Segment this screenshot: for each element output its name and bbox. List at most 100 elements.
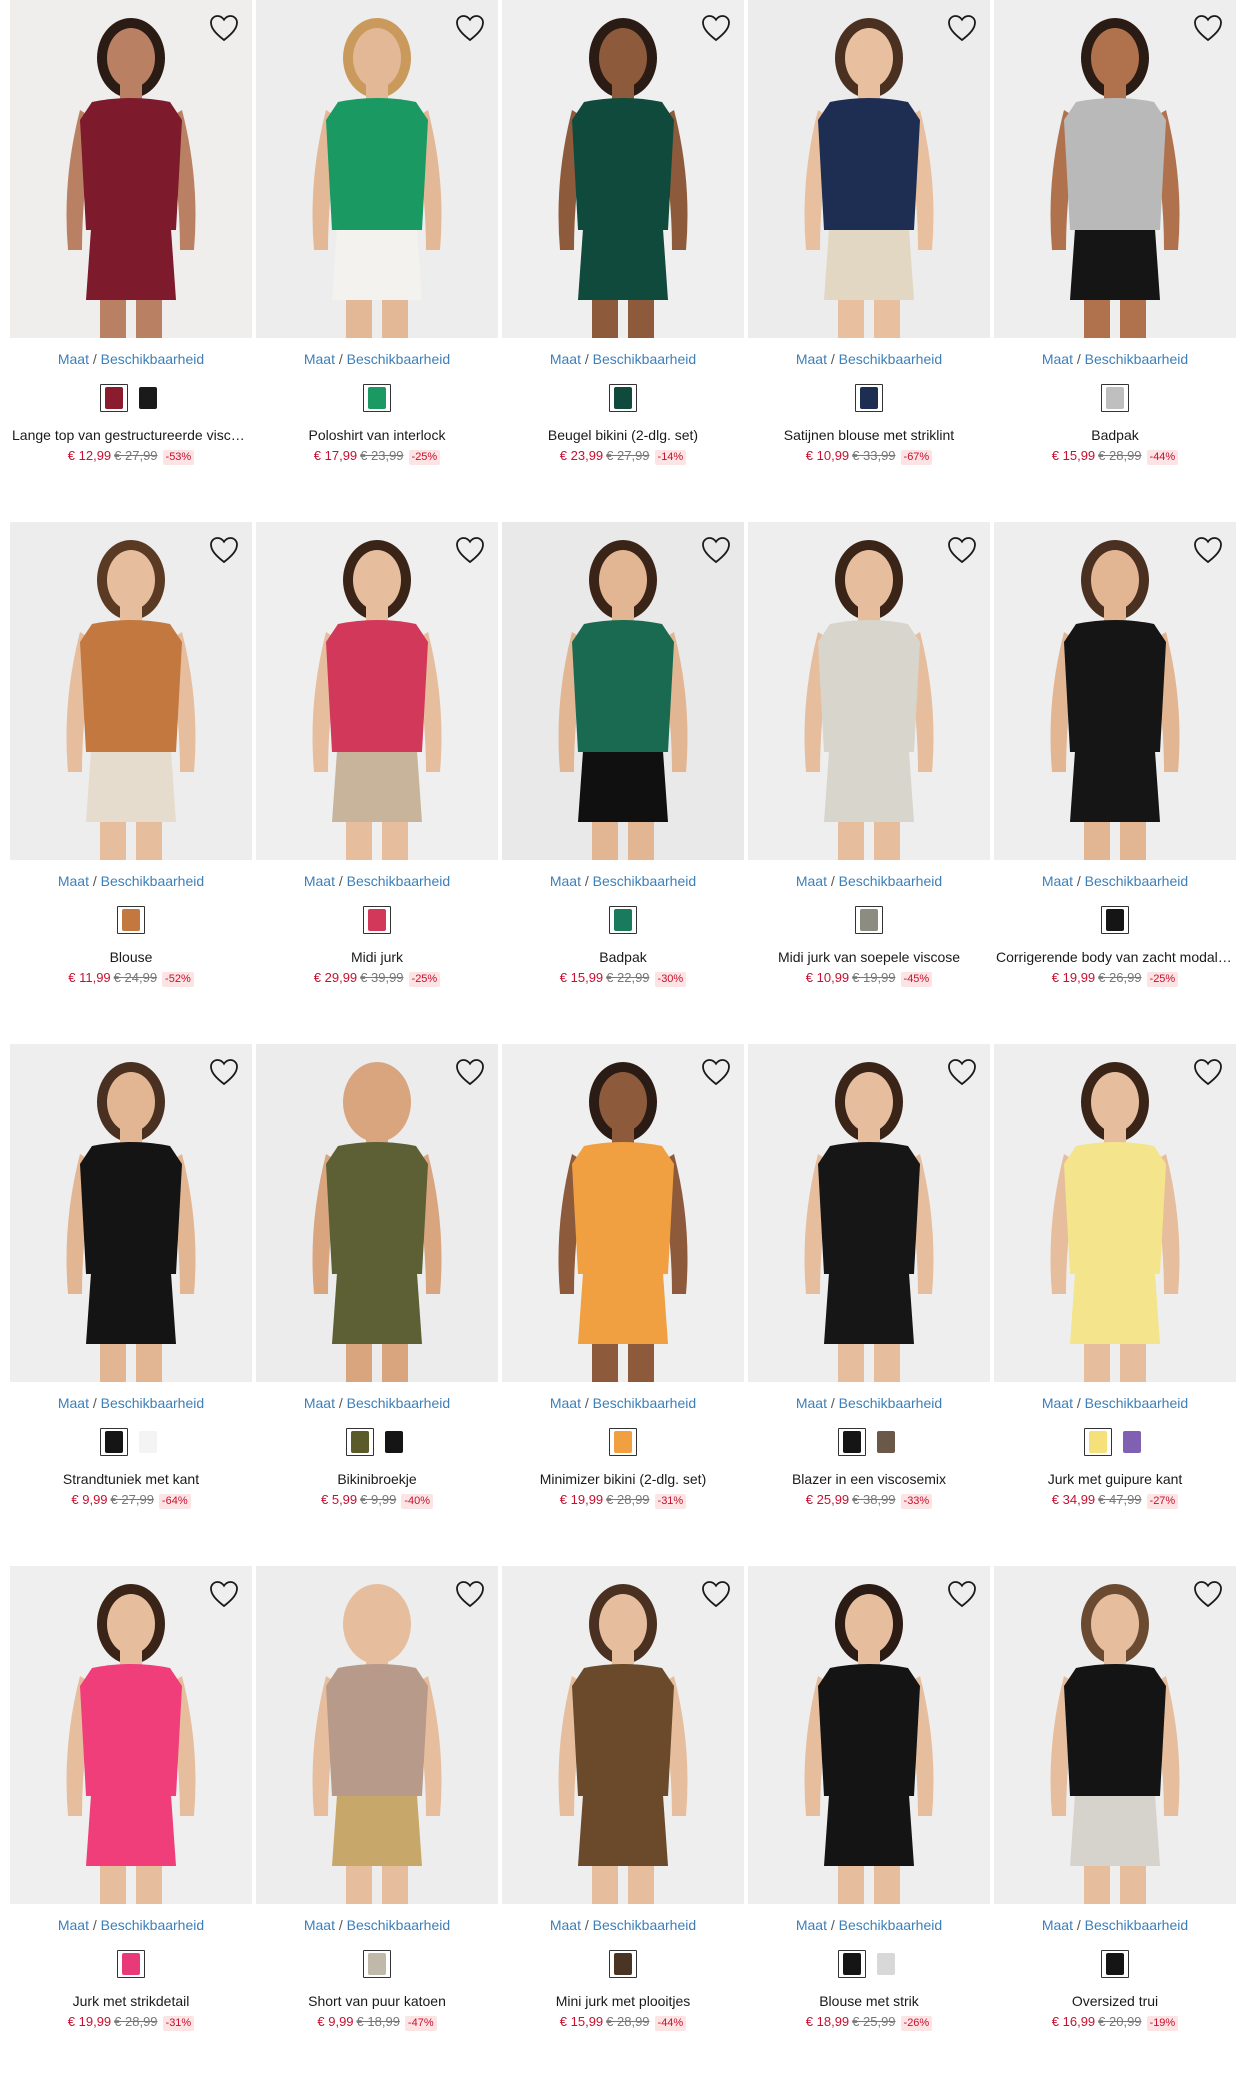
wishlist-button[interactable] — [1192, 1578, 1224, 1610]
product-image[interactable] — [502, 522, 744, 860]
size-availability-link[interactable]: Maat / Beschikbaarheid — [256, 1394, 498, 1412]
wishlist-button[interactable] — [454, 1056, 486, 1088]
wishlist-button[interactable] — [946, 1578, 978, 1610]
color-swatch[interactable] — [346, 1428, 374, 1456]
wishlist-button[interactable] — [454, 534, 486, 566]
product-card[interactable]: Maat / Beschikbaarheid Blouse met strik € … — [748, 1566, 990, 2082]
color-swatch[interactable] — [1118, 1428, 1146, 1456]
product-card[interactable]: Maat / Beschikbaarheid Short van puur kat… — [256, 1566, 498, 2082]
wishlist-button[interactable] — [208, 534, 240, 566]
product-image[interactable] — [10, 0, 252, 338]
color-swatch[interactable] — [363, 384, 391, 412]
wishlist-button[interactable] — [700, 1578, 732, 1610]
product-name[interactable]: Minimizer bikini (2-dlg. set) — [502, 1470, 744, 1488]
product-image[interactable] — [994, 0, 1236, 338]
size-availability-link[interactable]: Maat / Beschikbaarheid — [10, 872, 252, 890]
color-swatch[interactable] — [872, 1950, 900, 1978]
product-card[interactable]: Maat / Beschikbaarheid Corrigerende body … — [994, 522, 1236, 1044]
size-availability-link[interactable]: Maat / Beschikbaarheid — [994, 1916, 1236, 1934]
size-availability-link[interactable]: Maat / Beschikbaarheid — [256, 350, 498, 368]
color-swatch[interactable] — [609, 1428, 637, 1456]
product-image[interactable] — [748, 0, 990, 338]
product-card[interactable]: Maat / Beschikbaarheid Lange top van gest… — [10, 0, 252, 522]
product-image[interactable] — [994, 1044, 1236, 1382]
product-name[interactable]: Corrigerende body van zacht modal met ka… — [994, 948, 1236, 966]
product-image[interactable] — [748, 522, 990, 860]
wishlist-button[interactable] — [208, 12, 240, 44]
size-availability-link[interactable]: Maat / Beschikbaarheid — [748, 1394, 990, 1412]
product-name[interactable]: Jurk met strikdetail — [10, 1992, 252, 2010]
color-swatch[interactable] — [855, 384, 883, 412]
size-availability-link[interactable]: Maat / Beschikbaarheid — [994, 872, 1236, 890]
product-name[interactable]: Badpak — [502, 948, 744, 966]
product-card[interactable]: Maat / Beschikbaarheid Badpak € 15,99 € 28,… — [994, 0, 1236, 522]
wishlist-button[interactable] — [208, 1578, 240, 1610]
product-name[interactable]: Jurk met guipure kant — [994, 1470, 1236, 1488]
product-name[interactable]: Blazer in een viscosemix — [748, 1470, 990, 1488]
product-card[interactable]: Maat / Beschikbaarheid Oversized trui € 16… — [994, 1566, 1236, 2082]
size-availability-link[interactable]: Maat / Beschikbaarheid — [10, 350, 252, 368]
product-image[interactable] — [502, 0, 744, 338]
wishlist-button[interactable] — [1192, 1056, 1224, 1088]
size-availability-link[interactable]: Maat / Beschikbaarheid — [256, 1916, 498, 1934]
color-swatch[interactable] — [1101, 1950, 1129, 1978]
product-name[interactable]: Short van puur katoen — [256, 1992, 498, 2010]
wishlist-button[interactable] — [454, 1578, 486, 1610]
product-image[interactable] — [502, 1566, 744, 1904]
product-name[interactable]: Midi jurk — [256, 948, 498, 966]
wishlist-button[interactable] — [1192, 12, 1224, 44]
product-image[interactable] — [10, 1044, 252, 1382]
wishlist-button[interactable] — [946, 534, 978, 566]
product-image[interactable] — [256, 522, 498, 860]
product-card[interactable]: Maat / Beschikbaarheid Jurk met strikdeta… — [10, 1566, 252, 2082]
product-card[interactable]: Maat / Beschikbaarheid Poloshirt van inte… — [256, 0, 498, 522]
product-name[interactable]: Satijnen blouse met striklint — [748, 426, 990, 444]
product-image[interactable] — [10, 522, 252, 860]
product-name[interactable]: Midi jurk van soepele viscose — [748, 948, 990, 966]
wishlist-button[interactable] — [700, 1056, 732, 1088]
color-swatch[interactable] — [363, 1950, 391, 1978]
product-image[interactable] — [994, 1566, 1236, 1904]
product-card[interactable]: Maat / Beschikbaarheid Blouse € 11,99 € 24,… — [10, 522, 252, 1044]
product-name[interactable]: Mini jurk met plooitjes — [502, 1992, 744, 2010]
product-card[interactable]: Maat / Beschikbaarheid Midi jurk € 29,99 € … — [256, 522, 498, 1044]
color-swatch[interactable] — [117, 1950, 145, 1978]
product-card[interactable]: Maat / Beschikbaarheid Beugel bikini (2-d… — [502, 0, 744, 522]
wishlist-button[interactable] — [946, 1056, 978, 1088]
color-swatch[interactable] — [134, 384, 162, 412]
color-swatch[interactable] — [363, 906, 391, 934]
wishlist-button[interactable] — [700, 12, 732, 44]
product-image[interactable] — [10, 1566, 252, 1904]
color-swatch[interactable] — [100, 1428, 128, 1456]
wishlist-button[interactable] — [946, 12, 978, 44]
product-image[interactable] — [256, 1566, 498, 1904]
product-name[interactable]: Poloshirt van interlock — [256, 426, 498, 444]
size-availability-link[interactable]: Maat / Beschikbaarheid — [10, 1916, 252, 1934]
size-availability-link[interactable]: Maat / Beschikbaarheid — [502, 350, 744, 368]
product-card[interactable]: Maat / Beschikbaarheid Badpak € 15,99 € 22,… — [502, 522, 744, 1044]
color-swatch[interactable] — [609, 906, 637, 934]
color-swatch[interactable] — [1101, 906, 1129, 934]
size-availability-link[interactable]: Maat / Beschikbaarheid — [256, 872, 498, 890]
product-image[interactable] — [502, 1044, 744, 1382]
product-name[interactable]: Beugel bikini (2-dlg. set) — [502, 426, 744, 444]
product-card[interactable]: Maat / Beschikbaarheid Satijnen blouse me… — [748, 0, 990, 522]
color-swatch[interactable] — [1084, 1428, 1112, 1456]
size-availability-link[interactable]: Maat / Beschikbaarheid — [502, 1394, 744, 1412]
product-name[interactable]: Blouse — [10, 948, 252, 966]
product-card[interactable]: Maat / Beschikbaarheid Midi jurk van soep… — [748, 522, 990, 1044]
product-name[interactable]: Strandtuniek met kant — [10, 1470, 252, 1488]
color-swatch[interactable] — [380, 1428, 408, 1456]
size-availability-link[interactable]: Maat / Beschikbaarheid — [502, 872, 744, 890]
color-swatch[interactable] — [134, 1428, 162, 1456]
product-card[interactable]: Maat / Beschikbaarheid Jurk met guipure k… — [994, 1044, 1236, 1566]
color-swatch[interactable] — [855, 906, 883, 934]
product-name[interactable]: Oversized trui — [994, 1992, 1236, 2010]
color-swatch[interactable] — [609, 384, 637, 412]
product-image[interactable] — [748, 1566, 990, 1904]
color-swatch[interactable] — [117, 906, 145, 934]
product-image[interactable] — [748, 1044, 990, 1382]
color-swatch[interactable] — [838, 1428, 866, 1456]
product-card[interactable]: Maat / Beschikbaarheid Blazer in een visc… — [748, 1044, 990, 1566]
size-availability-link[interactable]: Maat / Beschikbaarheid — [994, 1394, 1236, 1412]
